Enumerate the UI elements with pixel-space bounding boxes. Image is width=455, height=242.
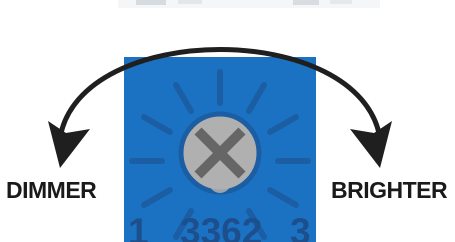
part-number-label: 3362 (180, 211, 262, 242)
potentiometer-diagram: 1 3362 3 (48, 47, 392, 242)
dimmer-diagram: 1 3362 3 DIMMER BRIGHTER (0, 0, 455, 242)
pin-left-label: 1 (128, 211, 149, 242)
brighter-label: BRIGHTER (331, 177, 448, 203)
dimmer-label: DIMMER (6, 177, 97, 203)
wiper-pin (209, 171, 231, 193)
dimmer-arrowhead-icon (48, 121, 90, 168)
pin-right-label: 3 (290, 211, 311, 242)
brighter-arrowhead-icon (350, 121, 392, 168)
